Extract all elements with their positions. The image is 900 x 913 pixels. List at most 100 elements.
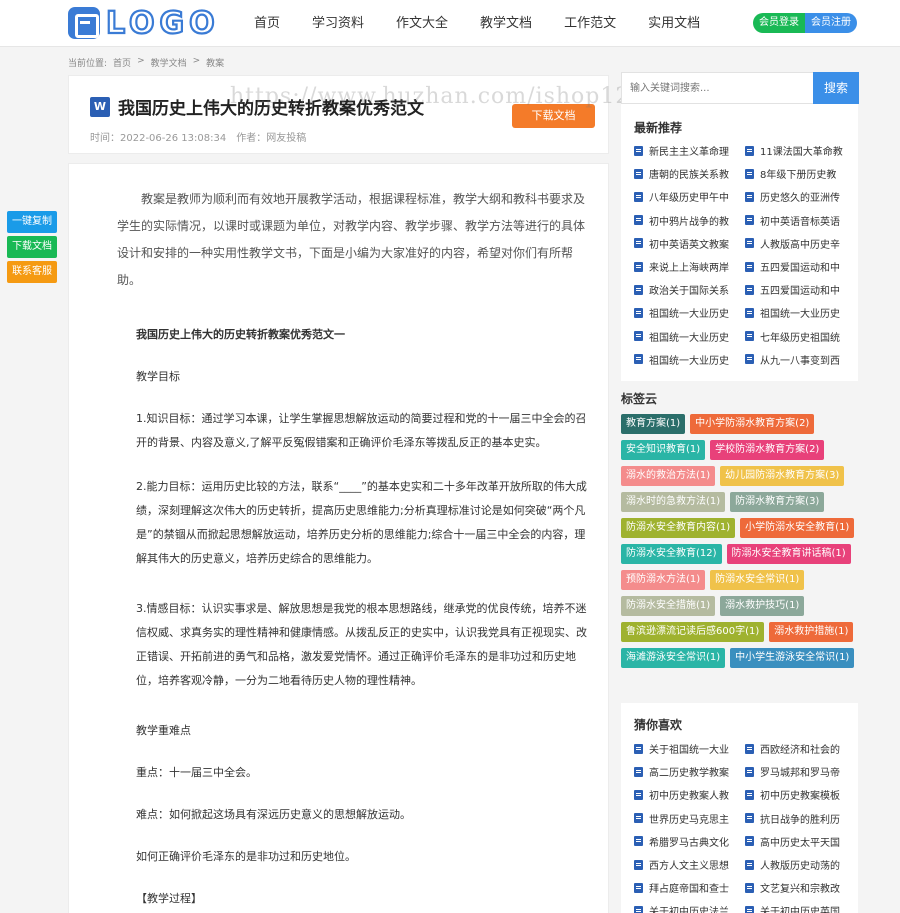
- word-doc-icon: [745, 354, 754, 365]
- list-item[interactable]: 罗马城邦和罗马帝: [745, 760, 856, 783]
- list-item[interactable]: 祖国统一大业历史: [745, 301, 856, 324]
- tag-item[interactable]: 溺水时的急救方法(1): [621, 492, 726, 512]
- article-title: 我国历史上伟大的历史转折教案优秀范文: [118, 99, 424, 119]
- tag-item[interactable]: 小学防溺水安全教育(1): [740, 518, 855, 538]
- breadcrumb-teaching-docs[interactable]: 教学文档: [151, 56, 187, 69]
- tag-item[interactable]: 溺水的救治方法(1): [621, 466, 716, 486]
- list-item[interactable]: 关于祖国统一大业: [634, 737, 745, 760]
- list-item[interactable]: 初中历史教案人教: [634, 783, 745, 806]
- list-item-label: 唐朝的民族关系教: [649, 170, 729, 182]
- copy-button[interactable]: 一键复制: [7, 211, 57, 233]
- list-item[interactable]: 人教版历史动荡的: [745, 853, 856, 876]
- word-doc-icon: [745, 284, 754, 295]
- nav-home[interactable]: 首页: [254, 0, 280, 47]
- list-item[interactable]: 高二历史教学教案: [634, 760, 745, 783]
- list-item[interactable]: 历史悠久的亚洲传: [745, 185, 856, 208]
- tag-item[interactable]: 溺水救护措施(1): [769, 622, 854, 642]
- list-item[interactable]: 祖国统一大业历史: [634, 348, 745, 371]
- list-item[interactable]: 从九一八事变到西: [745, 348, 856, 371]
- list-item[interactable]: 初中历史教案模板: [745, 783, 856, 806]
- list-item[interactable]: 希腊罗马古典文化: [634, 830, 745, 853]
- list-item-label: 希腊罗马古典文化: [649, 837, 729, 849]
- tag-item[interactable]: 防溺水安全措施(1): [621, 596, 716, 616]
- list-item[interactable]: 11课法国大革命教: [745, 139, 856, 162]
- guess-title: 猜你喜欢: [634, 718, 683, 732]
- nav-essays[interactable]: 作文大全: [396, 0, 448, 47]
- word-doc-icon: [745, 905, 754, 913]
- logo-icon: [68, 7, 100, 39]
- tag-item[interactable]: 教育方案(1): [621, 414, 686, 434]
- tag-item[interactable]: 防溺水安全教育(12): [621, 544, 722, 564]
- site-logo[interactable]: LOGO: [68, 4, 220, 42]
- list-item[interactable]: 政治关于国际关系: [634, 278, 745, 301]
- list-item[interactable]: 8年级下册历史教: [745, 162, 856, 185]
- main-nav: 首页 学习资料 作文大全 教学文档 工作范文 实用文档: [254, 0, 732, 47]
- tag-item[interactable]: 幼儿园防溺水教育方案(3): [720, 466, 845, 486]
- list-item[interactable]: 西方人文主义思想: [634, 853, 745, 876]
- list-item[interactable]: 来说上上海峡两岸: [634, 255, 745, 278]
- word-doc-icon: [745, 836, 754, 847]
- breadcrumb-lesson-plan[interactable]: 教案: [206, 56, 224, 69]
- word-doc-icon: [634, 168, 643, 179]
- list-item[interactable]: 文艺复兴和宗教改: [745, 876, 856, 899]
- word-doc-icon: [745, 766, 754, 777]
- tag-item[interactable]: 防溺水教育方案(3): [730, 492, 825, 512]
- list-item[interactable]: 初中鸦片战争的教: [634, 209, 745, 232]
- process-heading: 【教学过程】: [136, 892, 202, 905]
- tag-item[interactable]: 海滩游泳安全常识(1): [621, 648, 726, 668]
- list-item[interactable]: 八年级历史甲午中: [634, 185, 745, 208]
- word-doc-icon: [634, 766, 643, 777]
- list-item[interactable]: 抗日战争的胜利历: [745, 807, 856, 830]
- word-doc-icon: W: [90, 97, 110, 117]
- tag-item[interactable]: 中小学生游泳安全常识(1): [730, 648, 855, 668]
- nav-teaching-docs[interactable]: 教学文档: [480, 0, 532, 47]
- tag-item[interactable]: 预防溺水方法(1): [621, 570, 706, 590]
- tag-item[interactable]: 防溺水安全教育讲话稿(1): [726, 544, 851, 564]
- list-item[interactable]: 初中英语音标英语: [745, 209, 856, 232]
- list-item[interactable]: 五四爱国运动和中: [745, 278, 856, 301]
- download-document-button[interactable]: 下载文档: [512, 104, 595, 128]
- side-download-button[interactable]: 下载文档: [7, 236, 57, 258]
- list-item-label: 高二历史教学教案: [649, 768, 729, 780]
- list-item-label: 五四爱国运动和中: [760, 286, 840, 298]
- list-item[interactable]: 拜占庭帝国和查士: [634, 876, 745, 899]
- tag-item[interactable]: 安全知识教育(1): [621, 440, 706, 460]
- list-item[interactable]: 西欧经济和社会的: [745, 737, 856, 760]
- tag-item[interactable]: 鲁滨逊漂流记读后感600字(1): [621, 622, 765, 642]
- register-button[interactable]: 会员注册: [805, 13, 857, 33]
- list-item[interactable]: 唐朝的民族关系教: [634, 162, 745, 185]
- difficulty-point: 难点：如何掀起这场具有深远历史意义的思想解放运动。: [136, 808, 411, 821]
- list-item-label: 8年级下册历史教: [760, 170, 837, 182]
- list-item[interactable]: 五四爱国运动和中: [745, 255, 856, 278]
- nav-study-materials[interactable]: 学习资料: [312, 0, 364, 47]
- list-item[interactable]: 关于初中历史英国: [745, 899, 856, 913]
- article-header-card: W 我国历史上伟大的历史转折教案优秀范文 时间：2022-06-26 13:08…: [68, 75, 609, 154]
- login-button[interactable]: 会员登录: [753, 13, 805, 33]
- tag-item[interactable]: 溺水救护技巧(1): [720, 596, 805, 616]
- search-input[interactable]: [622, 73, 813, 103]
- list-item[interactable]: 七年级历史祖国统: [745, 325, 856, 348]
- nav-work-samples[interactable]: 工作范文: [564, 0, 616, 47]
- contact-support-button[interactable]: 联系客服: [7, 261, 57, 283]
- word-doc-icon: [634, 215, 643, 226]
- word-doc-icon: [745, 331, 754, 342]
- list-item[interactable]: 世界历史马克思主: [634, 807, 745, 830]
- list-item[interactable]: 新民主主义革命理: [634, 139, 745, 162]
- tag-item[interactable]: 防溺水安全教育内容(1): [621, 518, 736, 538]
- list-item[interactable]: 祖国统一大业历史: [634, 325, 745, 348]
- breadcrumb: 当前位置: 首页 > 教学文档 > 教案: [68, 56, 224, 69]
- tag-item[interactable]: 中小学防溺水教育方案(2): [690, 414, 815, 434]
- word-doc-icon: [745, 859, 754, 870]
- breadcrumb-home[interactable]: 首页: [113, 56, 131, 69]
- tag-item[interactable]: 学校防溺水教育方案(2): [710, 440, 825, 460]
- list-item[interactable]: 初中英语英文教案: [634, 232, 745, 255]
- search-button[interactable]: 搜索: [813, 72, 859, 104]
- nav-practical-docs[interactable]: 实用文档: [648, 0, 700, 47]
- tag-item[interactable]: 防溺水安全常识(1): [710, 570, 805, 590]
- list-item[interactable]: 人教版高中历史辛: [745, 232, 856, 255]
- word-doc-icon: [634, 836, 643, 847]
- list-item[interactable]: 祖国统一大业历史: [634, 301, 745, 324]
- list-item-label: 文艺复兴和宗教改: [760, 884, 840, 896]
- list-item[interactable]: 高中历史太平天国: [745, 830, 856, 853]
- list-item[interactable]: 关于初中历史法兰: [634, 899, 745, 913]
